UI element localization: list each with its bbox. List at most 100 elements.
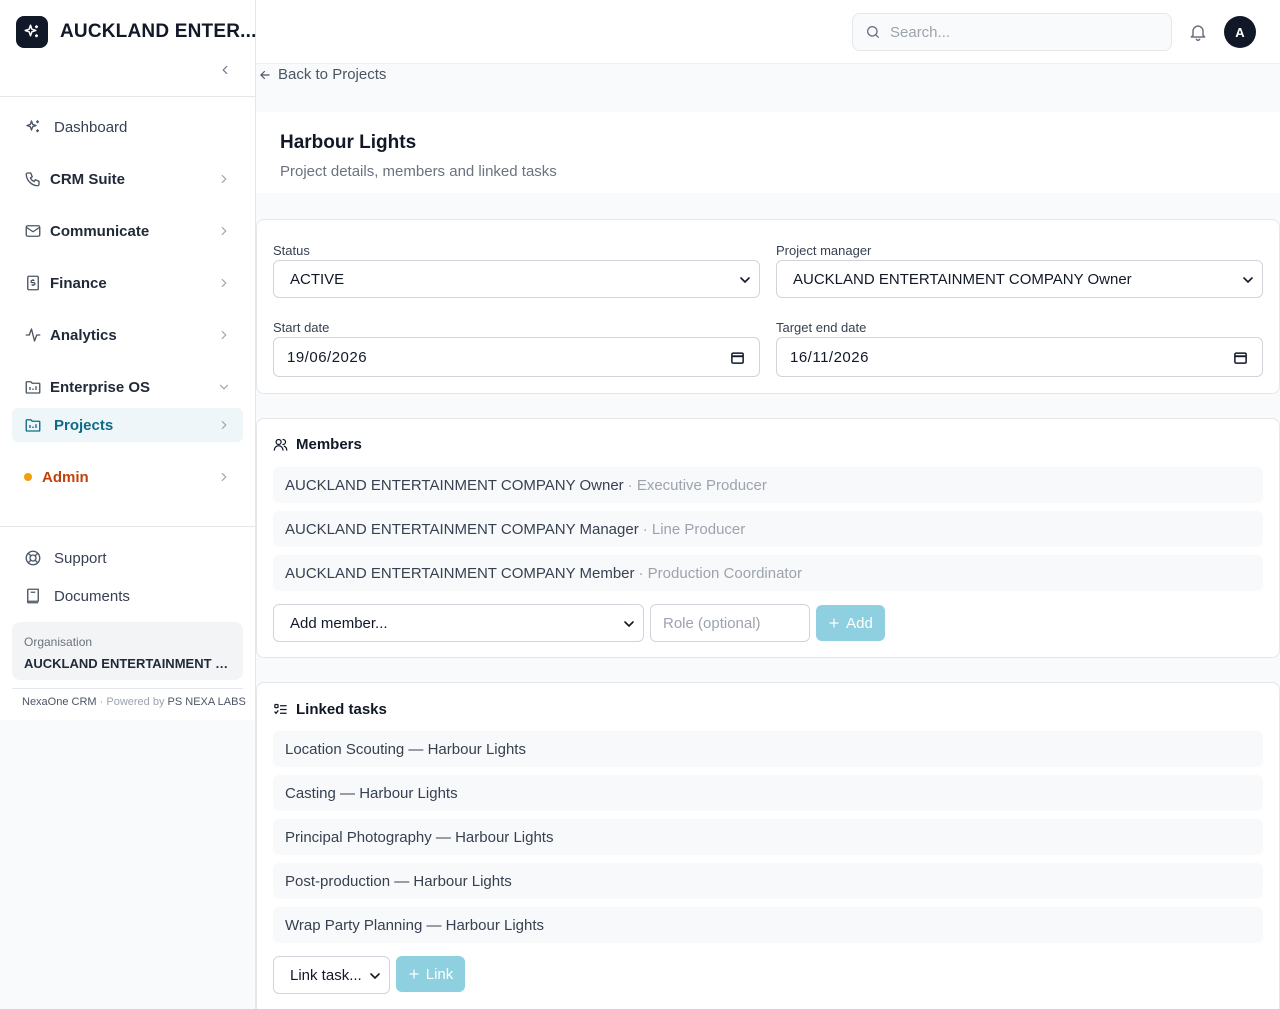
collapse-sidebar-button[interactable] [215,60,235,80]
list-item: AUCKLAND ENTERTAINMENT COMPANY Manager ·… [273,511,1263,547]
sidebar-item-documents[interactable]: Documents [12,579,243,613]
list-item[interactable]: Location Scouting — Harbour Lights [273,731,1263,767]
list-item[interactable]: Principal Photography — Harbour Lights [273,819,1263,855]
sidebar-item-label: Analytics [50,326,117,344]
link-task-select[interactable]: Link task... [273,956,390,994]
sparkle-icon [24,118,42,136]
chevron-down-icon [219,384,229,390]
chevron-right-icon [221,472,227,482]
footer-product: NexaOne CRM [22,696,97,708]
arrow-left-icon [260,70,270,79]
sidebar-item-label: Communicate [50,222,150,240]
member-role: · Production Coordinator [638,564,802,582]
chevron-right-icon [221,420,227,430]
list-item: AUCKLAND ENTERTAINMENT COMPANY Owner · E… [273,467,1263,503]
calendar-icon [1234,352,1247,364]
member-name: AUCKLAND ENTERTAINMENT COMPANY Owner [285,476,624,494]
link-task-button[interactable]: Link [396,956,465,992]
sidebar-item-admin[interactable]: Admin [12,460,243,494]
chevron-right-icon [221,278,227,288]
sidebar-item-crm-suite[interactable]: CRM Suite [12,162,243,196]
list-item[interactable]: Wrap Party Planning — Harbour Lights [273,907,1263,943]
members-card: Members AUCKLAND ENTERTAINMENT COMPANY O… [256,418,1280,658]
sidebar-item-projects[interactable]: Projects [12,408,243,442]
add-member-button[interactable]: Add [816,605,885,641]
member-role: · Line Producer [642,520,746,538]
folder-kanban-icon [24,416,42,434]
project-manager-value: AUCKLAND ENTERTAINMENT COMPANY Owner [793,270,1132,288]
sidebar-footer: NexaOne CRM · Powered by PS NEXA LABS [22,696,246,708]
target-end-date-label: Target end date [776,320,867,335]
project-details-card: Status ACTIVE Project manager AUCKLAND E… [256,219,1280,394]
footer-powered: Powered by [106,696,165,708]
footer-company: PS NEXA LABS [167,696,246,708]
lifebuoy-icon [24,549,42,567]
add-member-value: Add member... [290,614,388,632]
project-manager-label: Project manager [776,243,872,258]
sidebar-panel: AUCKLAND ENTER... Dashboard CRM Suite Co… [0,0,257,720]
chevron-right-icon [221,226,227,236]
sidebar-item-finance[interactable]: Finance [12,266,243,300]
chevron-right-icon [221,330,227,340]
receipt-icon [24,274,42,292]
sidebar-item-label: Enterprise OS [50,378,151,396]
add-button-label: Add [846,614,873,632]
notifications-button[interactable] [1188,22,1208,42]
top-bar: A [256,0,1280,64]
status-dot [24,473,32,481]
linked-tasks-heading: Linked tasks [273,701,387,718]
sidebar-item-label: CRM Suite [50,170,125,188]
search-box[interactable] [852,13,1172,51]
chevron-right-icon [221,174,227,184]
target-end-date-input[interactable]: 16/11/2026 [776,337,1263,377]
role-input[interactable] [650,604,810,642]
sidebar-item-support[interactable]: Support [12,541,243,575]
users-icon [273,438,288,451]
add-member-select[interactable]: Add member... [273,604,644,642]
target-end-date-value: 16/11/2026 [790,348,869,366]
divider [0,526,255,527]
sidebar-item-label: Documents [54,587,130,605]
sidebar-item-label: Dashboard [54,118,128,136]
linked-tasks-heading-label: Linked tasks [296,701,387,718]
status-label: Status [273,243,310,258]
sidebar-item-enterprise-os[interactable]: Enterprise OS [12,370,243,404]
chevron-down-icon [370,973,380,980]
sidebar-item-dashboard[interactable]: Dashboard [12,110,243,144]
brand[interactable]: AUCKLAND ENTER... [16,16,257,48]
footer-separator: · [99,696,104,708]
plus-icon [409,969,419,979]
organisation-name: AUCKLAND ENTERTAINMENT COMPANY [24,656,231,671]
avatar[interactable]: A [1224,16,1256,48]
member-role: · Executive Producer [627,476,767,494]
sidebar-item-label: Finance [50,274,107,292]
mail-icon [24,222,42,240]
list-item[interactable]: Post-production — Harbour Lights [273,863,1263,899]
sidebar-item-communicate[interactable]: Communicate [12,214,243,248]
organisation-label: Organisation [24,635,93,649]
linked-tasks-card: Linked tasks Location Scouting — Harbour… [256,682,1280,1009]
members-heading-label: Members [296,436,362,453]
page-header: Harbour Lights Project details, members … [256,112,1280,193]
back-label: Back to Projects [278,66,387,83]
activity-icon [24,326,42,344]
list-checks-icon [274,703,287,715]
status-value: ACTIVE [290,270,345,288]
book-icon [24,587,42,605]
phone-icon [24,170,42,188]
sidebar-item-label: Projects [54,416,114,434]
list-item[interactable]: Casting — Harbour Lights [273,775,1263,811]
status-select[interactable]: ACTIVE [273,260,760,298]
search-input[interactable] [890,23,1150,41]
link-task-value: Link task... [290,966,362,984]
start-date-input[interactable]: 19/06/2026 [273,337,760,377]
project-manager-select[interactable]: AUCKLAND ENTERTAINMENT COMPANY Owner [776,260,1263,298]
sidebar-item-label: Support [54,549,107,567]
divider [0,96,255,97]
sidebar-item-analytics[interactable]: Analytics [12,318,243,352]
member-name: AUCKLAND ENTERTAINMENT COMPANY Member [285,564,635,582]
chevron-down-icon [1243,277,1253,284]
back-to-projects-link[interactable]: Back to Projects [258,66,386,83]
brand-name: AUCKLAND ENTER... [60,21,257,42]
page-subtitle: Project details, members and linked task… [280,163,557,180]
